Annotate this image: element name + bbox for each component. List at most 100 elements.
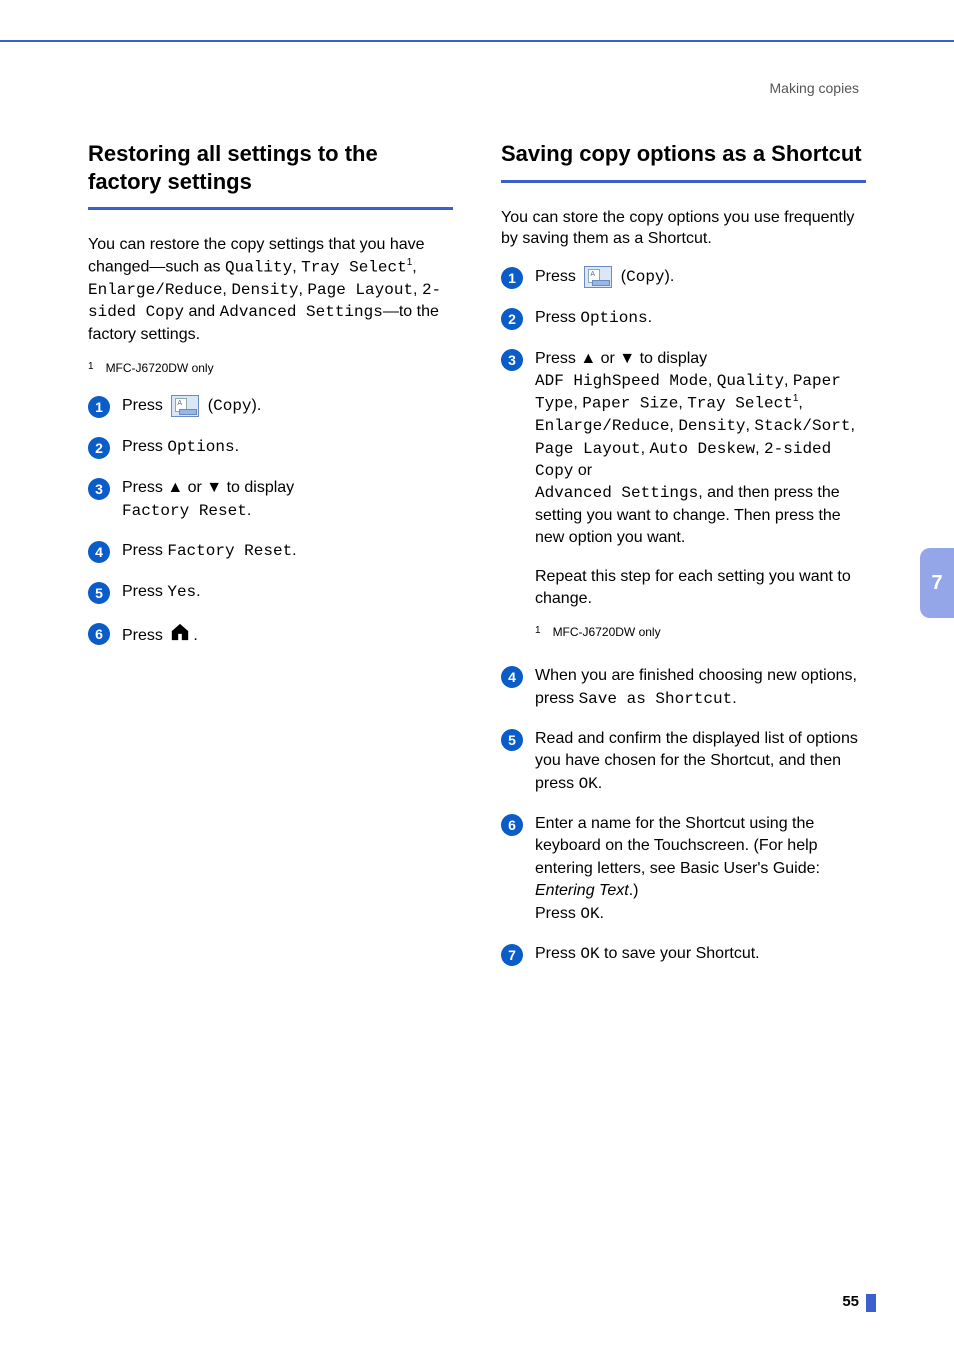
text: Press <box>535 945 580 962</box>
step-text: Press A (Copy). <box>535 266 866 289</box>
page-number-bar <box>866 1294 876 1312</box>
left-heading: Restoring all settings to the factory se… <box>88 140 453 195</box>
text: Press ▲ or ▼ to display <box>535 350 707 367</box>
text: or <box>573 462 592 479</box>
step-badge: 7 <box>501 944 523 966</box>
text: . <box>598 775 602 792</box>
text: . <box>600 905 604 922</box>
code-ok: OK <box>580 945 599 963</box>
step-text: Press ▲ or ▼ to display Factory Reset. <box>122 477 453 522</box>
code-yes: Yes <box>167 583 196 601</box>
footnote-1: 1 MFC-J6720DW only <box>88 361 453 375</box>
text: Enter a name for the Shortcut using the … <box>535 815 820 877</box>
footnote-1-r: 1 MFC-J6720DW only <box>535 624 866 641</box>
code-page-layout: Page Layout <box>307 281 413 299</box>
text: . <box>247 502 251 519</box>
sup-ref: 1 <box>793 393 799 404</box>
heading-underline <box>88 207 453 210</box>
text: Press <box>535 309 580 326</box>
step-badge: 5 <box>88 582 110 604</box>
step-4: 4 Press Factory Reset. <box>88 540 453 563</box>
right-column: Saving copy options as a Shortcut You ca… <box>501 140 866 984</box>
text: Press <box>122 583 167 600</box>
text: . <box>732 690 736 707</box>
step-6: 6 Press . <box>88 622 453 649</box>
home-icon <box>169 622 191 649</box>
step-badge: 5 <box>501 729 523 751</box>
step-text: Press Yes. <box>122 581 453 603</box>
copy-icon: A <box>171 395 199 417</box>
heading-underline <box>501 180 866 183</box>
text: to save your Shortcut. <box>600 945 760 962</box>
step-6: 6 Enter a name for the Shortcut using th… <box>501 813 866 925</box>
left-column: Restoring all settings to the factory se… <box>88 140 453 984</box>
code-adf: ADF HighSpeed Mode <box>535 372 708 390</box>
footnote-num: 1 <box>88 361 94 375</box>
code-page-layout: Page Layout <box>535 440 641 458</box>
sup-ref: 1 <box>407 257 413 268</box>
footnote-text: MFC-J6720DW only <box>553 624 661 641</box>
step-badge: 2 <box>88 437 110 459</box>
code-save-shortcut: Save as Shortcut <box>579 690 733 708</box>
code-quality: Quality <box>717 372 784 390</box>
step-badge: 2 <box>501 308 523 330</box>
footnote-text: MFC-J6720DW only <box>106 361 214 375</box>
step-1: 1 Press A (Copy). <box>88 395 453 418</box>
text: . <box>193 627 197 644</box>
step-text: Press . <box>122 622 453 649</box>
step-5: 5 Read and confirm the displayed list of… <box>501 728 866 795</box>
text: . <box>235 438 239 455</box>
code-options: Options <box>167 438 234 456</box>
text: ). <box>665 268 675 285</box>
code-tray-select: Tray Select <box>301 258 407 276</box>
text: Press <box>535 268 580 285</box>
step-2: 2 Press Options. <box>88 436 453 459</box>
step-text: Press ▲ or ▼ to display ADF HighSpeed Mo… <box>535 348 866 647</box>
text: Press <box>122 542 167 559</box>
chapter-tab: 7 <box>920 548 954 618</box>
step-badge: 4 <box>501 666 523 688</box>
right-heading: Saving copy options as a Shortcut <box>501 140 866 168</box>
step-3-repeat: Repeat this step for each setting you wa… <box>535 566 866 611</box>
footnote-num: 1 <box>535 624 541 641</box>
step-7: 7 Press OK to save your Shortcut. <box>501 943 866 966</box>
step-badge: 1 <box>501 267 523 289</box>
running-header: Making copies <box>770 80 860 96</box>
step-badge: 6 <box>88 623 110 645</box>
text: .) <box>629 882 639 899</box>
code-enlarge-reduce: Enlarge/Reduce <box>88 281 222 299</box>
code-density: Density <box>678 417 745 435</box>
text: and <box>184 303 220 320</box>
code-options: Options <box>580 309 647 327</box>
code-enlarge-reduce: Enlarge/Reduce <box>535 417 669 435</box>
text: . <box>292 542 296 559</box>
step-4: 4 When you are finished choosing new opt… <box>501 665 866 710</box>
step-5: 5 Press Yes. <box>88 581 453 604</box>
step-text: Press Options. <box>535 307 866 329</box>
text: Press <box>122 438 167 455</box>
page-content: Restoring all settings to the factory se… <box>88 140 866 984</box>
step-badge: 3 <box>88 478 110 500</box>
code-auto-deskew: Auto Deskew <box>650 440 756 458</box>
code-copy: Copy <box>626 268 664 286</box>
text: Press <box>122 398 167 415</box>
header-rule <box>0 40 954 42</box>
step-text: Read and confirm the displayed list of o… <box>535 728 866 795</box>
step-badge: 6 <box>501 814 523 836</box>
code-copy: Copy <box>213 398 251 416</box>
code-paper-size: Paper Size <box>582 395 678 413</box>
page-number: 55 <box>842 1293 859 1310</box>
step-text: Press OK to save your Shortcut. <box>535 943 866 965</box>
left-steps: 1 Press A (Copy). 2 Press Options. 3 Pre… <box>88 395 453 649</box>
code-factory-reset: Factory Reset <box>122 502 247 520</box>
code-advanced: Advanced Settings <box>220 303 383 321</box>
step-3: 3 Press ▲ or ▼ to display ADF HighSpeed … <box>501 348 866 647</box>
code-advanced: Advanced Settings <box>535 484 698 502</box>
code-ok: OK <box>580 905 599 923</box>
step-text: Press A (Copy). <box>122 395 453 418</box>
step-2: 2 Press Options. <box>501 307 866 330</box>
code-density: Density <box>231 281 298 299</box>
step-badge: 4 <box>88 541 110 563</box>
code-quality: Quality <box>225 258 292 276</box>
text: ). <box>252 398 262 415</box>
